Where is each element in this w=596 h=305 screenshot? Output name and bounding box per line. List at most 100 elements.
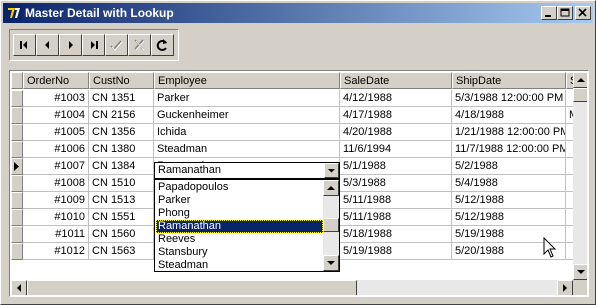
cell-employee[interactable]: Steadman — [154, 141, 340, 158]
horizontal-scrollbar[interactable] — [11, 280, 573, 295]
close-button[interactable] — [575, 6, 591, 20]
post-edit-button[interactable] — [105, 34, 128, 56]
cell-custno[interactable]: CN 1380 — [89, 141, 154, 158]
row-indicator[interactable] — [11, 243, 23, 260]
employee-lookup-combo[interactable]: Ramanathan — [154, 162, 340, 179]
cell-orderno[interactable]: #1008 — [23, 175, 89, 192]
cell-saledate[interactable]: 4/17/1988 — [340, 107, 452, 124]
cell-saledate[interactable]: 5/19/1988 — [340, 243, 452, 260]
refresh-button[interactable] — [151, 34, 174, 56]
row-indicator[interactable] — [11, 175, 23, 192]
cell-saledate[interactable]: 5/3/1988 — [340, 175, 452, 192]
row-indicator[interactable] — [11, 141, 23, 158]
last-record-button[interactable] — [82, 34, 105, 56]
row-indicator[interactable] — [11, 90, 23, 107]
cell-orderno[interactable]: #1012 — [23, 243, 89, 260]
vertical-scroll-thumb[interactable] — [573, 88, 587, 102]
cell-saledate[interactable]: 5/1/1988 — [340, 158, 452, 175]
db-navigator — [9, 29, 179, 61]
next-icon — [69, 41, 73, 49]
row-indicator[interactable] — [11, 107, 23, 124]
row-indicator[interactable] — [11, 124, 23, 141]
cell-shipdate[interactable]: 5/4/1988 — [452, 175, 566, 192]
cell-saledate[interactable]: 5/11/1988 — [340, 192, 452, 209]
cell-custno[interactable]: CN 1563 — [89, 243, 154, 260]
scroll-left-button[interactable] — [11, 280, 27, 295]
cell-employee[interactable]: Parker — [154, 90, 340, 107]
cell-orderno[interactable]: #1010 — [23, 209, 89, 226]
minimize-icon — [545, 15, 551, 17]
next-record-button[interactable] — [59, 34, 82, 56]
employee-lookup-list[interactable]: Papadopoulos Parker Phong Ramanathan Reeves S… — [154, 179, 340, 272]
maximize-button[interactable] — [557, 6, 573, 20]
column-header-custno[interactable]: CustNo — [89, 72, 154, 89]
cell-orderno[interactable]: #1011 — [23, 226, 89, 243]
lookup-list-item[interactable]: Reeves — [156, 233, 323, 246]
cell-orderno[interactable]: #1006 — [23, 141, 89, 158]
cell-orderno[interactable]: #1009 — [23, 192, 89, 209]
row-indicator[interactable] — [11, 192, 23, 209]
cell-employee[interactable]: Ichida — [154, 124, 340, 141]
lookup-scroll-up-button[interactable] — [323, 180, 339, 196]
lookup-list-scrollbar[interactable] — [323, 180, 339, 271]
column-header-employee[interactable]: Employee — [154, 72, 340, 89]
cell-orderno[interactable]: #1005 — [23, 124, 89, 141]
cancel-edit-button[interactable] — [128, 34, 151, 56]
cell-orderno[interactable]: #1004 — [23, 107, 89, 124]
header-indicator-cell — [11, 72, 23, 89]
current-row-arrow-icon — [14, 162, 19, 171]
row-indicator[interactable] — [11, 226, 23, 243]
cell-custno[interactable]: CN 1356 — [89, 124, 154, 141]
cell-custno[interactable]: CN 1384 — [89, 158, 154, 175]
cell-custno[interactable]: CN 2156 — [89, 107, 154, 124]
prior-record-button[interactable] — [36, 34, 59, 56]
scroll-down-button[interactable] — [573, 264, 587, 280]
cell-saledate[interactable]: 4/20/1988 — [340, 124, 452, 141]
cell-custno[interactable]: CN 1551 — [89, 209, 154, 226]
lookup-dropdown-button[interactable] — [324, 163, 339, 178]
first-record-button[interactable] — [13, 34, 36, 56]
lookup-list-item[interactable]: Papadopoulos — [156, 181, 323, 194]
cell-shipdate[interactable]: 5/12/1988 — [452, 209, 566, 226]
column-header-shipdate[interactable]: ShipDate — [452, 72, 566, 89]
column-header-orderno[interactable]: OrderNo — [23, 72, 89, 89]
lookup-list-item[interactable]: Phong — [156, 207, 323, 220]
cell-shipdate[interactable]: 1/21/1988 12:00:00 PM — [452, 124, 566, 141]
cell-orderno[interactable]: #1003 — [23, 90, 89, 107]
lookup-list-item[interactable]: Ramanathan — [156, 220, 323, 233]
cell-employee[interactable]: Guckenheimer — [154, 107, 340, 124]
cell-saledate[interactable]: 4/12/1988 — [340, 90, 452, 107]
cell-saledate[interactable]: 5/18/1988 — [340, 226, 452, 243]
cell-orderno[interactable]: #1007 — [23, 158, 89, 175]
cell-shipdate[interactable]: 11/7/1988 12:00:00 PM — [452, 141, 566, 158]
lookup-scroll-thumb[interactable] — [323, 218, 339, 232]
scroll-up-button[interactable] — [573, 72, 587, 88]
cell-saledate[interactable]: 11/6/1994 — [340, 141, 452, 158]
lookup-list-item[interactable]: Steadman — [156, 259, 323, 271]
arrow-up-icon — [327, 186, 335, 190]
arrow-up-icon — [577, 78, 585, 82]
prior-icon — [45, 41, 49, 49]
title-bar[interactable]: Master Detail with Lookup — [3, 3, 593, 23]
cell-custno[interactable]: CN 1560 — [89, 226, 154, 243]
orders-grid[interactable]: OrderNo CustNo Employee SaleDate ShipDat… — [9, 70, 589, 297]
cell-saledate[interactable]: 5/11/1988 — [340, 209, 452, 226]
minimize-button[interactable] — [541, 6, 557, 20]
cell-shipdate[interactable]: 4/18/1988 — [452, 107, 566, 124]
lookup-list-item[interactable]: Parker — [156, 194, 323, 207]
cell-shipdate[interactable]: 5/3/1988 12:00:00 PM — [452, 90, 566, 107]
row-indicator[interactable] — [11, 209, 23, 226]
vertical-scrollbar[interactable] — [573, 72, 587, 280]
horizontal-scroll-thumb[interactable] — [27, 280, 357, 295]
lookup-scroll-down-button[interactable] — [323, 255, 339, 271]
cell-custno[interactable]: CN 1513 — [89, 192, 154, 209]
cell-custno[interactable]: CN 1510 — [89, 175, 154, 192]
cell-shipdate[interactable]: 5/2/1988 — [452, 158, 566, 175]
cell-shipdate[interactable]: 5/12/1988 — [452, 192, 566, 209]
scroll-right-button[interactable] — [557, 280, 573, 295]
column-header-saledate[interactable]: SaleDate — [340, 72, 452, 89]
lookup-list-item[interactable]: Stansbury — [156, 246, 323, 259]
cell-custno[interactable]: CN 1351 — [89, 90, 154, 107]
row-indicator[interactable] — [11, 158, 23, 175]
employee-lookup-value[interactable]: Ramanathan — [158, 164, 221, 176]
